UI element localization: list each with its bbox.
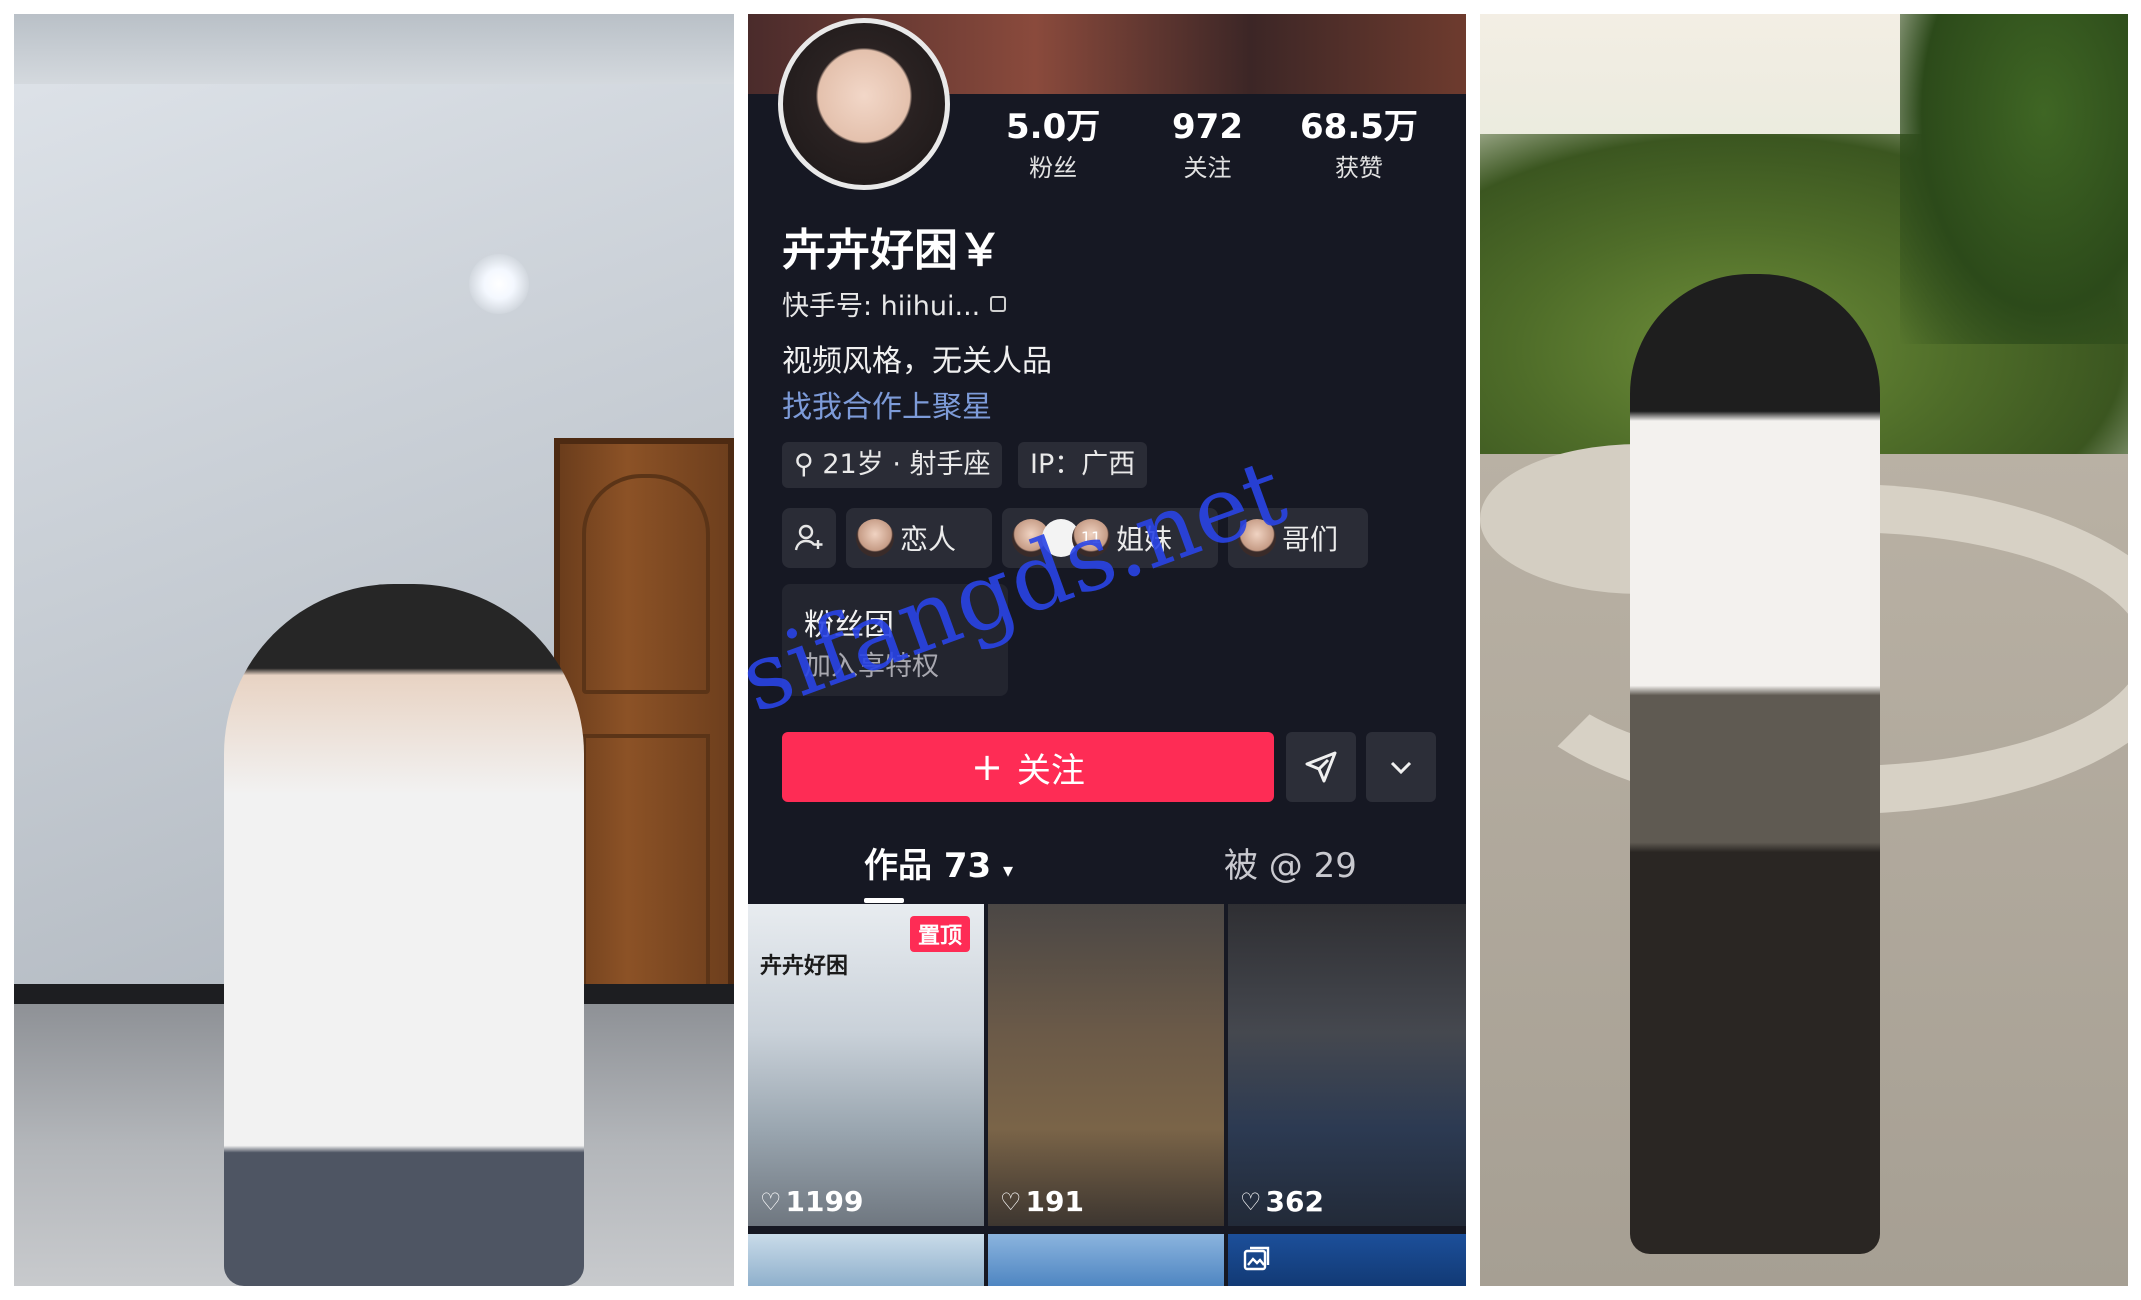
tab-label: 作品 73	[864, 846, 992, 886]
chevron-down-icon: ▾	[1003, 858, 1014, 882]
left-photo	[14, 14, 734, 1286]
stat-likes[interactable]: 68.5万 获赞	[1300, 108, 1418, 183]
video-tile[interactable]: ♡ 362	[1228, 904, 1466, 1226]
relation-avatar	[856, 519, 894, 557]
add-friend-icon	[794, 524, 823, 551]
gallery-icon	[1243, 1246, 1270, 1271]
plus-icon: +	[971, 745, 1003, 789]
video-tile[interactable]	[988, 1234, 1224, 1286]
share-icon	[1305, 751, 1337, 783]
chevron-down-icon	[1390, 761, 1412, 775]
follow-button[interactable]: + 关注	[782, 732, 1274, 802]
avatar[interactable]	[778, 18, 950, 190]
stat-value: 972	[1172, 107, 1243, 147]
stat-value: 5.0万	[1006, 107, 1101, 147]
person-left	[224, 584, 584, 1286]
bio: 视频风格，无关人品	[782, 344, 1052, 379]
tag-ip: IP：广西	[1018, 442, 1148, 488]
location-icon: ⚲	[794, 449, 814, 480]
pinned-badge: 置顶	[909, 916, 970, 952]
video-likes: ♡ 191	[1000, 1185, 1084, 1218]
tag-age: ⚲ 21岁 · 射手座	[782, 442, 1003, 488]
share-button[interactable]	[1286, 732, 1356, 802]
stat-label: 关注	[1183, 154, 1232, 182]
tab-works[interactable]: 作品 73 ▾	[864, 838, 1013, 887]
stat-following[interactable]: 972 关注	[1172, 108, 1243, 183]
heart-icon: ♡	[1240, 1187, 1262, 1216]
person-right	[1630, 274, 1880, 1254]
follow-label: 关注	[1016, 750, 1085, 791]
heart-icon: ♡	[760, 1187, 782, 1216]
tree	[1900, 14, 2128, 344]
copy-icon[interactable]	[990, 295, 1007, 312]
tag-label: 21岁 · 射手座	[822, 449, 991, 480]
kuaishou-id: 快手号: hiihui...	[782, 291, 981, 322]
video-tile[interactable]	[748, 1234, 984, 1286]
video-tile[interactable]: ♡ 191	[988, 904, 1224, 1226]
more-button[interactable]	[1366, 732, 1436, 802]
tab-underline	[864, 898, 904, 903]
video-caption: 卉卉好困	[760, 954, 849, 979]
cooperation-link[interactable]: 找我合作上聚星	[782, 382, 992, 426]
video-grid: 置顶 卉卉好困 ♡ 1199 ♡ 191 ♡ 362	[748, 904, 1466, 1286]
heart-icon: ♡	[1000, 1187, 1022, 1216]
ceiling	[14, 14, 734, 84]
stat-value: 68.5万	[1300, 107, 1418, 147]
stat-label: 获赞	[1334, 154, 1383, 182]
tab-mentioned[interactable]: 被 @ 29	[1224, 838, 1357, 887]
video-tile[interactable]: 置顶 卉卉好困 ♡ 1199	[748, 904, 984, 1226]
ceiling-light	[469, 254, 529, 314]
stat-fans[interactable]: 5.0万 粉丝	[1006, 108, 1100, 183]
video-likes: ♡ 1199	[760, 1185, 864, 1218]
stat-label: 粉丝	[1029, 154, 1078, 182]
tag-label: IP：广西	[1030, 449, 1136, 480]
tab-label: 被 @ 29	[1224, 846, 1357, 886]
video-likes: ♡ 362	[1240, 1185, 1324, 1218]
profile-name: 卉卉好困￥	[782, 225, 1002, 276]
video-tile[interactable]	[1228, 1234, 1466, 1286]
kuaishou-id-row[interactable]: 快手号: hiihui...	[782, 284, 1007, 323]
add-friend-button[interactable]	[782, 508, 836, 568]
right-photo	[1480, 14, 2128, 1286]
